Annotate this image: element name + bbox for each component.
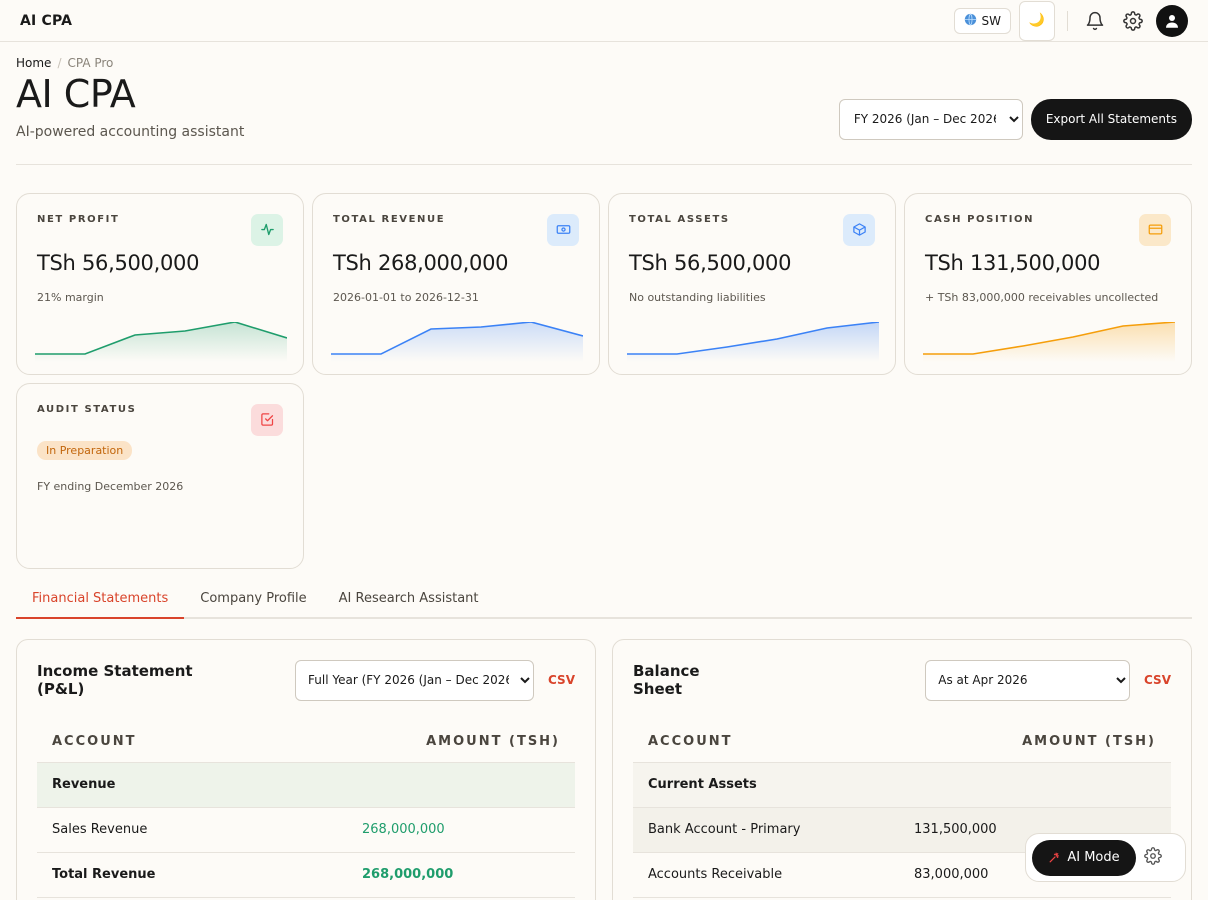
check-square-icon: [251, 403, 283, 436]
card-subtext: 21% margin: [37, 290, 104, 304]
column-header-account: Account: [648, 733, 733, 749]
column-header-amount: Amount (TSh): [1022, 733, 1156, 749]
globe-icon: [964, 13, 977, 29]
account-name: Bank Account - Primary: [648, 822, 801, 838]
tab-bar: Financial Statements Company Profile AI …: [16, 583, 1192, 619]
total-revenue-card[interactable]: Total Revenue TSh 268,000,000 2026-01-01…: [312, 192, 600, 375]
card-label: Total Revenue: [333, 213, 446, 225]
ai-settings-button[interactable]: [1144, 846, 1162, 869]
card-value: TSh 56,500,000: [629, 250, 792, 275]
card-label: Audit Status: [37, 403, 137, 415]
column-header-account: Account: [52, 733, 137, 749]
table-header: Account Amount (TSh): [633, 721, 1171, 763]
top-bar: AI CPA SW 🌙: [0, 0, 1208, 42]
card-subtext: + TSh 83,000,000 receivables uncollected: [925, 290, 1159, 304]
ai-mode-label: AI Mode: [1067, 850, 1120, 865]
sparkle-icon: [1049, 852, 1060, 863]
wallet-icon: [1139, 213, 1171, 246]
activity-icon: [251, 213, 283, 246]
tab-ai-research-assistant[interactable]: AI Research Assistant: [323, 583, 495, 617]
panel-header: Income Statement (P&L) Full Year (FY 202…: [37, 659, 575, 701]
breadcrumb-home[interactable]: Home: [16, 56, 51, 70]
total-assets-sparkline: [627, 321, 879, 362]
box-icon: [843, 213, 875, 246]
card-value: TSh 56,500,000: [37, 250, 200, 275]
banknote-icon: [547, 213, 579, 246]
card-value: TSh 268,000,000: [333, 250, 509, 275]
topbar-actions: SW 🌙: [953, 0, 1188, 41]
table-section-row: Current Assets: [633, 762, 1171, 808]
notifications-button[interactable]: [1080, 6, 1110, 36]
table-section-row: Revenue: [37, 762, 575, 808]
theme-toggle-button[interactable]: 🌙: [1019, 0, 1055, 41]
table-total-row: Total Revenue 268,000,000: [37, 853, 575, 898]
income-period-select[interactable]: Full Year (FY 2026 (Jan – Dec 2026)): [295, 659, 535, 701]
breadcrumb: Home / CPA Pro: [16, 56, 1192, 70]
total-assets-card[interactable]: Total Assets TSh 56,500,000 No outstandi…: [608, 192, 896, 375]
gear-icon: [1123, 10, 1143, 31]
stat-cards: Net Profit TSh 56,500,000 21% margin Tot…: [16, 192, 1192, 569]
card-subtext: FY ending December 2026: [37, 479, 184, 493]
card-label: Total Assets: [629, 213, 730, 225]
panel-title: Balance Sheet: [633, 662, 700, 699]
export-all-button[interactable]: Export All Statements: [1030, 98, 1192, 140]
moon-icon: 🌙: [1028, 13, 1046, 28]
audit-status-card[interactable]: Audit Status In Preparation FY ending De…: [16, 382, 304, 569]
ai-mode-widget: AI Mode: [1025, 833, 1186, 882]
ai-mode-button[interactable]: AI Mode: [1032, 839, 1136, 876]
table-row: Sales Revenue 268,000,000: [37, 808, 575, 853]
cash-position-sparkline: [923, 321, 1175, 362]
user-avatar[interactable]: [1156, 4, 1188, 37]
panel-header: Balance Sheet As at Apr 2026 CSV: [633, 659, 1171, 701]
account-amount: 83,000,000: [914, 867, 989, 883]
account-name: Sales Revenue: [52, 822, 148, 838]
card-label: Net Profit: [37, 213, 120, 225]
page-content: Home / CPA Pro AI CPA AI-powered account…: [0, 56, 1208, 900]
net-profit-sparkline: [35, 321, 287, 362]
csv-export-link[interactable]: CSV: [1144, 673, 1171, 687]
card-subtext: No outstanding liabilities: [629, 290, 766, 304]
account-name: Accounts Receivable: [648, 867, 783, 883]
card-label: Cash Position: [925, 213, 1035, 225]
balance-period-select[interactable]: As at Apr 2026: [925, 659, 1131, 701]
gear-icon: [1144, 846, 1162, 865]
account-amount: 268,000,000: [362, 867, 454, 883]
net-profit-card[interactable]: Net Profit TSh 56,500,000 21% margin: [16, 192, 304, 375]
header-actions: FY 2026 (Jan – Dec 2026) Export All Stat…: [838, 98, 1192, 140]
language-switcher[interactable]: SW: [953, 7, 1011, 34]
breadcrumb-separator: /: [57, 56, 62, 70]
language-code: SW: [981, 13, 1001, 28]
page-title: AI CPA: [16, 72, 136, 116]
column-header-amount: Amount (TSh): [426, 733, 560, 749]
cash-position-card[interactable]: Cash Position TSh 131,500,000 + TSh 83,0…: [904, 192, 1192, 375]
settings-button[interactable]: [1118, 6, 1148, 36]
breadcrumb-current: CPA Pro: [67, 56, 114, 70]
statements-panels: Income Statement (P&L) Full Year (FY 202…: [16, 638, 1192, 900]
account-name: Revenue: [52, 777, 116, 793]
tab-financial-statements[interactable]: Financial Statements: [16, 583, 185, 619]
divider: [1067, 10, 1068, 31]
fiscal-year-select[interactable]: FY 2026 (Jan – Dec 2026): [838, 98, 1023, 140]
brand-logo[interactable]: AI CPA: [20, 13, 72, 29]
page-header: AI CPA AI-powered accounting assistant F…: [16, 70, 1192, 165]
user-icon: [1166, 14, 1178, 28]
income-statement-panel: Income Statement (P&L) Full Year (FY 202…: [16, 638, 596, 900]
page-subtitle: AI-powered accounting assistant: [16, 123, 245, 140]
table-header: Account Amount (TSh): [37, 721, 575, 763]
card-value: TSh 131,500,000: [925, 250, 1101, 275]
card-subtext: 2026-01-01 to 2026-12-31: [333, 290, 479, 304]
account-amount: 268,000,000: [362, 822, 445, 838]
bell-icon: [1086, 11, 1104, 30]
status-badge: In Preparation: [37, 440, 133, 460]
account-amount: 131,500,000: [914, 822, 997, 838]
panel-title: Income Statement (P&L): [37, 662, 193, 699]
total-revenue-sparkline: [331, 321, 583, 362]
account-name: Current Assets: [648, 777, 757, 793]
csv-export-link[interactable]: CSV: [548, 673, 575, 687]
tab-company-profile[interactable]: Company Profile: [184, 583, 322, 617]
account-name: Total Revenue: [52, 867, 156, 883]
